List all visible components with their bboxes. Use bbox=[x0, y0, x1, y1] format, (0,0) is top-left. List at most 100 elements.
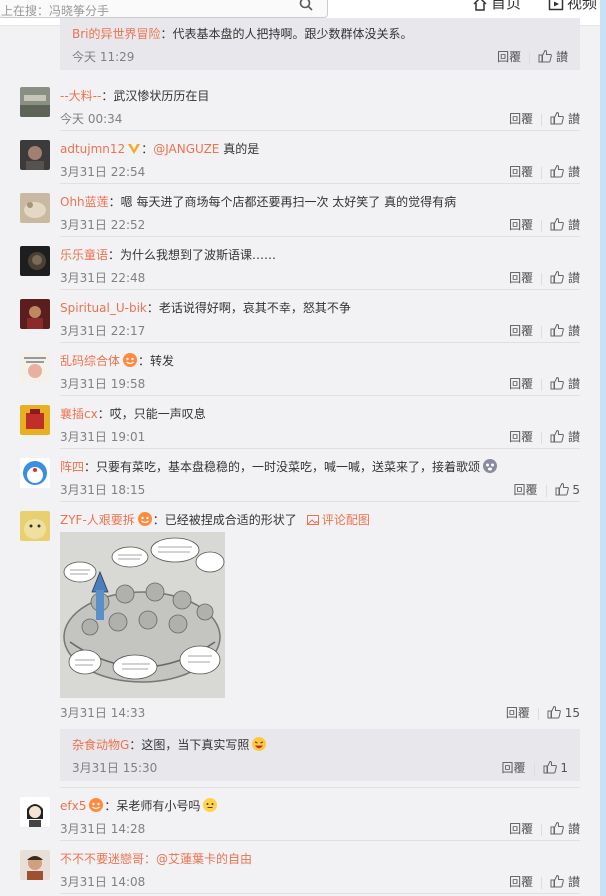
comment-actions: 回覆 讃 bbox=[509, 375, 580, 393]
like-button[interactable]: 讃 bbox=[550, 429, 580, 444]
comment-line: efx5 ：呆老师有小号吗 bbox=[60, 797, 580, 815]
like-button[interactable]: 5 bbox=[555, 482, 580, 497]
like-button[interactable]: 讃 bbox=[550, 111, 580, 126]
like-button[interactable]: 15 bbox=[547, 705, 580, 720]
thumbs-up-icon bbox=[550, 429, 565, 443]
username[interactable]: Ohh蓝莲 bbox=[60, 195, 109, 209]
sub-reply-text: ：代表基本盘的人把持啊。跟少数群体没关系。 bbox=[160, 27, 413, 41]
username[interactable]: 阵四 bbox=[60, 460, 84, 474]
like-button[interactable]: 讃 bbox=[550, 217, 580, 232]
reply-button[interactable]: 回覆 bbox=[502, 761, 526, 775]
like-button[interactable]: 讃 bbox=[550, 821, 580, 836]
comment-image[interactable] bbox=[60, 532, 225, 698]
reply-button[interactable]: 回覆 bbox=[509, 324, 533, 338]
avatar[interactable] bbox=[20, 193, 50, 223]
thumbs-up-icon bbox=[543, 760, 557, 774]
reply-button[interactable]: 回覆 bbox=[509, 822, 533, 836]
member-badge-icon bbox=[137, 512, 152, 526]
mention-link[interactable]: ：@艾蓮葉卡的自由 bbox=[144, 852, 252, 866]
reply-button[interactable]: 回覆 bbox=[509, 875, 533, 889]
comment-divider bbox=[60, 130, 580, 131]
like-label: 讃 bbox=[567, 165, 580, 179]
thumbs-up-icon bbox=[555, 482, 569, 496]
divider bbox=[541, 378, 543, 391]
reply-button[interactable]: 回覆 bbox=[509, 430, 533, 444]
like-button[interactable]: 讃 bbox=[538, 49, 568, 64]
username[interactable]: Spiritual_U-bik bbox=[60, 301, 147, 315]
comment-time: 3月31日 22:17 bbox=[60, 324, 146, 338]
comment-time: 3月31日 22:48 bbox=[60, 271, 146, 285]
comment-item: adtujmn12 ：@JANGUZE 真的是 3月31日 22:54 回覆 讃 bbox=[20, 140, 580, 180]
like-count: 1 bbox=[560, 761, 568, 775]
comment-actions: 回覆 讃 bbox=[509, 873, 580, 891]
avatar[interactable] bbox=[20, 458, 50, 488]
search-icon[interactable] bbox=[299, 0, 313, 11]
like-button[interactable]: 讃 bbox=[550, 164, 580, 179]
sub-reply-time: 3月31日 15:30 bbox=[72, 761, 158, 775]
avatar[interactable] bbox=[20, 246, 50, 276]
reply-button[interactable]: 回覆 bbox=[509, 218, 533, 232]
avatar[interactable] bbox=[20, 850, 50, 880]
username[interactable]: ZYF-人艰要拆 bbox=[60, 513, 135, 527]
like-button[interactable]: 讃 bbox=[550, 376, 580, 391]
username[interactable]: --大料-- bbox=[60, 89, 101, 103]
username[interactable]: 乱码综合体 bbox=[60, 354, 120, 368]
sub-reply: 杂食动物G：这图，当下真实写照 3月31日 15:30 回覆 1 bbox=[60, 729, 580, 781]
nav-video[interactable]: 视频 bbox=[548, 0, 597, 13]
avatar[interactable] bbox=[20, 87, 50, 117]
comment-line: 不不不要迷戀哥：@艾蓮葉卡的自由 bbox=[60, 850, 580, 868]
sub-reply-username[interactable]: Bri的异世界冒险 bbox=[72, 27, 161, 41]
avatar[interactable] bbox=[20, 352, 50, 382]
scrollbar-track[interactable] bbox=[600, 0, 606, 896]
verified-v-icon bbox=[128, 144, 141, 154]
divider bbox=[541, 876, 543, 889]
divider bbox=[541, 113, 543, 126]
like-button[interactable]: 讃 bbox=[550, 874, 580, 889]
comment-item: 襄插cx：哎，只能一声叹息 3月31日 19:01 回覆 讃 bbox=[20, 405, 580, 445]
avatar[interactable] bbox=[20, 797, 50, 827]
sub-reply-actions: 回覆 讃 bbox=[497, 48, 568, 66]
nav-video-label: 视频 bbox=[567, 0, 598, 12]
like-button[interactable]: 讃 bbox=[550, 270, 580, 285]
avatar[interactable] bbox=[20, 405, 50, 435]
username[interactable]: 乐乐童语 bbox=[60, 248, 108, 262]
comment-actions: 回覆 5 bbox=[514, 481, 580, 499]
comment-actions: 回覆 讃 bbox=[509, 322, 580, 340]
nav-home[interactable]: 首页 bbox=[472, 0, 521, 13]
comment-line: 阵四：只要有菜吃，基本盘稳稳的，一时没菜吃，喊一喊，送菜来了，接着歌颂 bbox=[60, 458, 580, 476]
username[interactable]: adtujmn12 bbox=[60, 142, 125, 156]
comment-line: ZYF-人艰要拆 ：已经被捏成合适的形状了 评论配图 bbox=[60, 511, 580, 529]
comment-divider bbox=[60, 893, 580, 894]
comment-picture-link[interactable]: 评论配图 bbox=[306, 513, 370, 527]
sub-reply-username[interactable]: 杂食动物G bbox=[72, 738, 129, 752]
reply-button[interactable]: 回覆 bbox=[506, 706, 530, 720]
sub-reply-text: ：这图，当下真实写照 bbox=[129, 738, 250, 752]
thumbs-up-icon bbox=[550, 323, 565, 337]
reply-button[interactable]: 回覆 bbox=[509, 377, 533, 391]
search-input[interactable]: 上在搜：冯晓筝分手 bbox=[0, 0, 328, 18]
member-badge-icon bbox=[89, 798, 104, 812]
reply-button[interactable]: 回覆 bbox=[509, 165, 533, 179]
comment-divider bbox=[60, 840, 580, 841]
reply-button[interactable]: 回覆 bbox=[509, 271, 533, 285]
comment-item: 阵四：只要有菜吃，基本盘稳稳的，一时没菜吃，喊一喊，送菜来了，接着歌颂 3月31… bbox=[20, 458, 580, 498]
mention-link[interactable]: @JANGUZE bbox=[153, 142, 219, 156]
username[interactable]: efx5 bbox=[60, 799, 86, 813]
username[interactable]: 襄插cx bbox=[60, 407, 98, 421]
reply-button[interactable]: 回覆 bbox=[497, 50, 521, 64]
thumbs-up-icon bbox=[550, 270, 565, 284]
like-button[interactable]: 1 bbox=[543, 760, 568, 775]
reply-button[interactable]: 回覆 bbox=[514, 483, 538, 497]
avatar[interactable] bbox=[20, 299, 50, 329]
reply-button[interactable]: 回覆 bbox=[509, 112, 533, 126]
comment-line: 乱码综合体 ：转发 bbox=[60, 352, 580, 370]
comment-actions: 回覆 讃 bbox=[509, 269, 580, 287]
comment-line: Spiritual_U-bik：老话说得好啊，哀其不幸，怒其不争 bbox=[60, 299, 580, 317]
avatar[interactable] bbox=[20, 511, 50, 541]
username[interactable]: 不不不要迷戀哥 bbox=[60, 852, 144, 866]
like-button[interactable]: 讃 bbox=[550, 323, 580, 338]
avatar[interactable] bbox=[20, 140, 50, 170]
thumbs-up-icon bbox=[550, 376, 565, 390]
comment-divider bbox=[60, 448, 580, 449]
comment-divider bbox=[60, 395, 580, 396]
